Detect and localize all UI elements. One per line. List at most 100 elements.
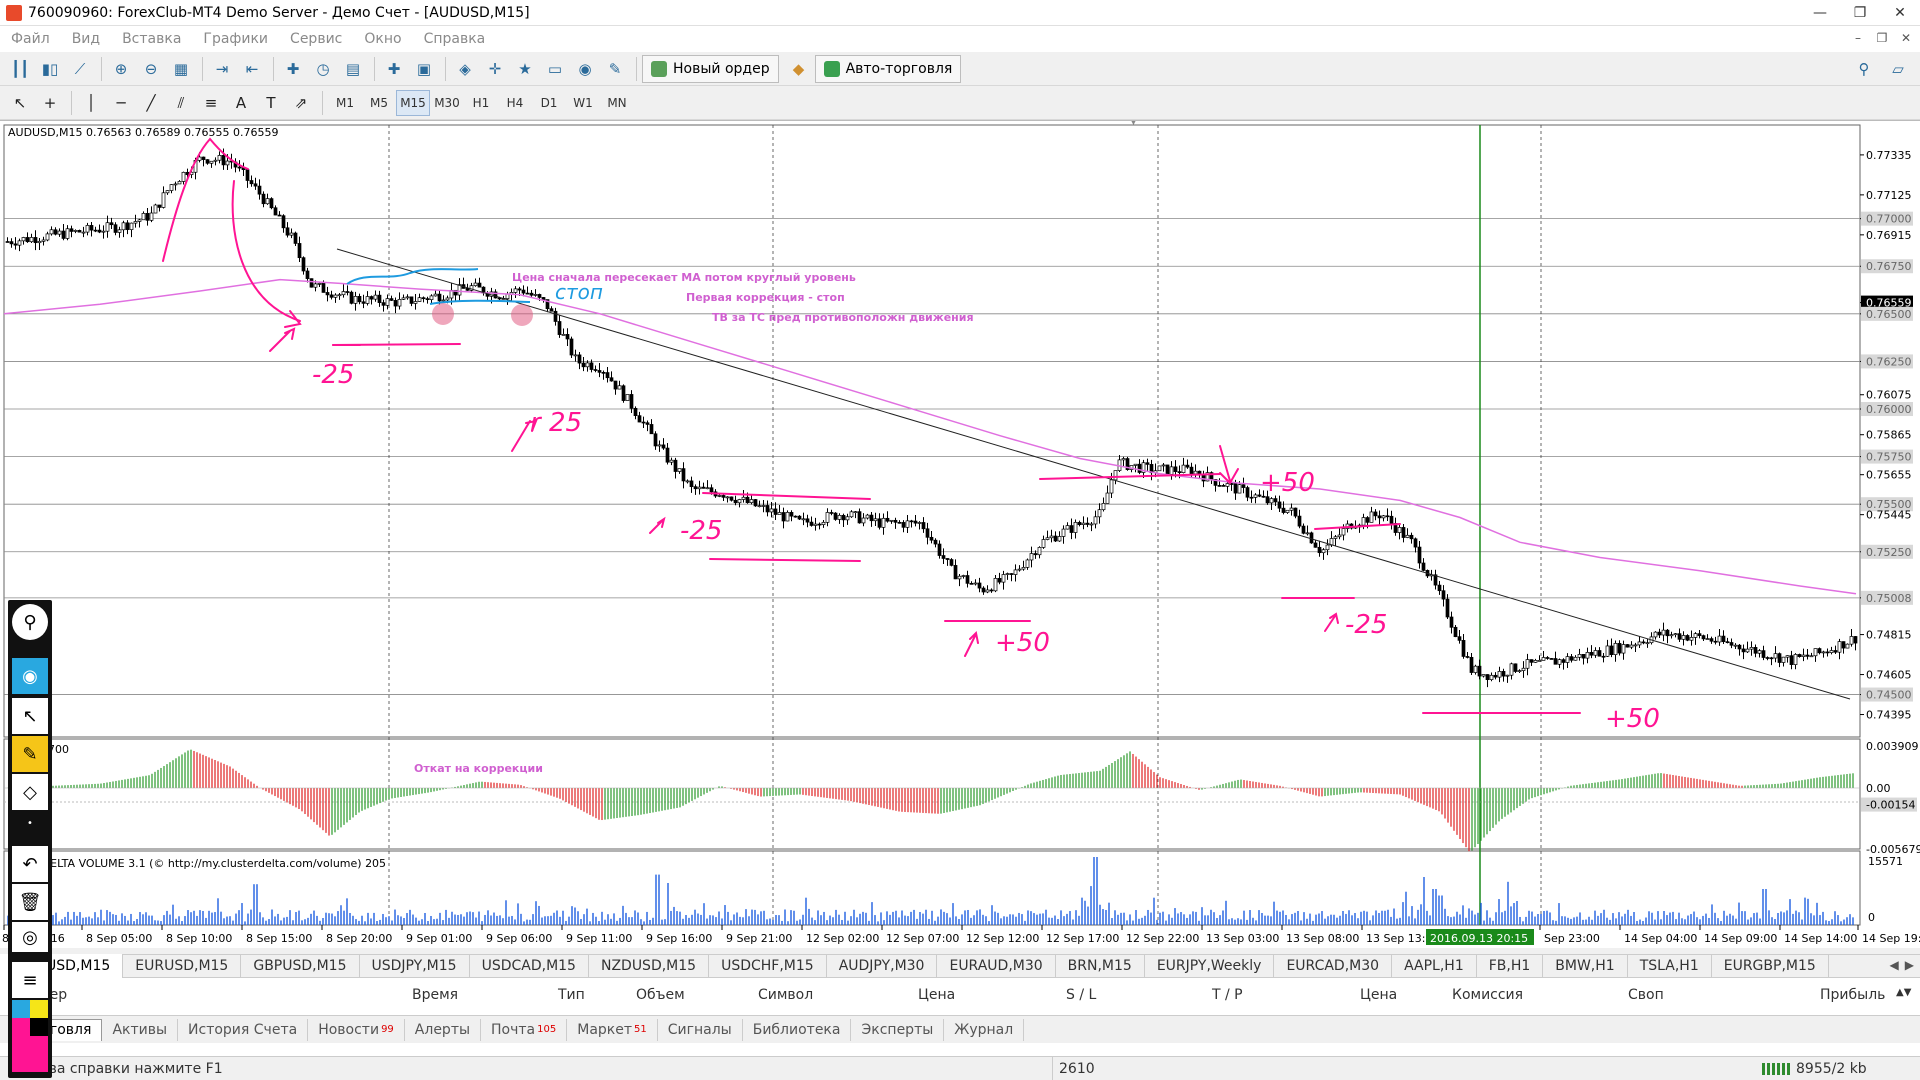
line-chart-icon[interactable]: ⟋ xyxy=(66,56,94,82)
color-swatches[interactable] xyxy=(12,1000,48,1072)
options-icon[interactable]: ✎ xyxy=(601,56,629,82)
tile-windows-icon[interactable]: ▦ xyxy=(167,56,195,82)
vertical-line-icon[interactable]: │ xyxy=(77,90,105,116)
camera-icon[interactable]: ◎ xyxy=(12,922,48,952)
timeframe-h1[interactable]: H1 xyxy=(464,90,498,116)
new-chart-icon[interactable]: ✚ xyxy=(380,56,408,82)
brush-size-icon[interactable]: • xyxy=(12,812,48,834)
mdi-close-button[interactable]: ✕ xyxy=(1896,29,1916,47)
terminal-tab[interactable]: Эксперты xyxy=(851,1018,945,1041)
column-header[interactable]: Комиссия xyxy=(1452,987,1523,1003)
terminal-tab[interactable]: Алерты xyxy=(405,1018,482,1041)
chat-icon[interactable]: ▱ xyxy=(1884,56,1912,82)
timeframe-mn[interactable]: MN xyxy=(600,90,634,116)
chart-tab[interactable]: AAPL,H1 xyxy=(1392,954,1477,978)
text-label-icon[interactable]: T xyxy=(257,90,285,116)
menu-file[interactable]: Файл xyxy=(0,31,61,47)
timeframe-m30[interactable]: M30 xyxy=(430,90,464,116)
column-header[interactable]: Прибыль xyxy=(1820,987,1885,1003)
menu-help[interactable]: Справка xyxy=(413,31,497,47)
chart-tab[interactable]: EURGBP,M15 xyxy=(1712,954,1829,978)
chart-tab[interactable]: GBPUSD,M15 xyxy=(241,954,360,978)
terminal-tab[interactable]: История Счета xyxy=(178,1018,309,1041)
terminal-tab[interactable]: Журнал xyxy=(944,1018,1025,1041)
chart-tab[interactable]: BRN,M15 xyxy=(1056,954,1145,978)
channel-icon[interactable]: ⫽ xyxy=(167,90,195,116)
menu-view[interactable]: Вид xyxy=(61,31,111,47)
maximize-button[interactable]: ❐ xyxy=(1840,0,1880,26)
pointer-icon[interactable]: ↖ xyxy=(12,698,48,734)
candlestick-icon[interactable]: ▮▯ xyxy=(36,56,64,82)
menu-tools[interactable]: Сервис xyxy=(279,31,353,47)
trendline[interactable] xyxy=(336,248,1851,700)
marker-icon[interactable]: ✎ xyxy=(12,736,48,772)
chart-tab[interactable]: FB,H1 xyxy=(1477,954,1544,978)
column-header[interactable]: Своп xyxy=(1628,987,1664,1003)
eye-icon[interactable]: ◉ xyxy=(12,658,48,694)
chart-tab[interactable]: TSLA,H1 xyxy=(1628,954,1712,978)
zoom-in-icon[interactable]: ⊕ xyxy=(107,56,135,82)
autotrading-button[interactable]: Авто-торговля xyxy=(814,54,962,83)
column-header[interactable]: Время xyxy=(412,987,458,1003)
mdi-restore-button[interactable]: ❐ xyxy=(1872,29,1892,47)
timeframe-w1[interactable]: W1 xyxy=(566,90,600,116)
chart-tab[interactable]: AUDJPY,M30 xyxy=(827,954,938,978)
chart-tab[interactable]: USDCAD,M15 xyxy=(470,954,589,978)
timeframe-d1[interactable]: D1 xyxy=(532,90,566,116)
profiles-icon[interactable]: ▣ xyxy=(410,56,438,82)
timeframe-h4[interactable]: H4 xyxy=(498,90,532,116)
terminal-tab[interactable]: Сигналы xyxy=(658,1018,743,1041)
column-header[interactable]: S / L xyxy=(1066,987,1096,1003)
terminal-tab[interactable]: Новости 99 xyxy=(308,1018,405,1041)
current-color[interactable] xyxy=(12,1036,48,1072)
swatch-yellow[interactable] xyxy=(30,1000,48,1018)
menu-insert[interactable]: Вставка xyxy=(111,31,192,47)
terminal-icon[interactable]: ▭ xyxy=(541,56,569,82)
chart-tab[interactable]: BMW,H1 xyxy=(1543,954,1628,978)
timeframe-m5[interactable]: M5 xyxy=(362,90,396,116)
undo-icon[interactable]: ↶ xyxy=(12,846,48,882)
chart-shift-icon[interactable]: ⇤ xyxy=(238,56,266,82)
column-header[interactable]: Символ xyxy=(758,987,813,1003)
crosshair-tool-icon[interactable]: + xyxy=(36,90,64,116)
tab-scroll[interactable]: ◀ ▶ xyxy=(1890,958,1914,972)
swatch-black[interactable] xyxy=(30,1018,48,1036)
minimize-button[interactable]: — xyxy=(1800,0,1840,26)
chart-tab[interactable]: USDJPY,M15 xyxy=(360,954,470,978)
menu-icon[interactable]: ≡ xyxy=(12,962,48,998)
mdi-minimize-button[interactable]: – xyxy=(1848,29,1868,47)
terminal-tab[interactable]: Почта 105 xyxy=(481,1018,568,1041)
swatch-cyan[interactable] xyxy=(12,1000,30,1018)
terminal-tab[interactable]: Маркет 51 xyxy=(567,1018,658,1041)
chart-tab[interactable]: EURJPY,Weekly xyxy=(1145,954,1275,978)
scroll-left-icon[interactable]: ◀ xyxy=(1890,958,1899,972)
fibonacci-icon[interactable]: ≡ xyxy=(197,90,225,116)
chart-tab[interactable]: NZDUSD,M15 xyxy=(589,954,710,978)
horizontal-line-icon[interactable]: ─ xyxy=(107,90,135,116)
zoom-out-icon[interactable]: ⊖ xyxy=(137,56,165,82)
column-header[interactable]: Цена xyxy=(1360,987,1397,1003)
arrows-icon[interactable]: ⇗ xyxy=(287,90,315,116)
chart-tab[interactable]: EURAUD,M30 xyxy=(937,954,1056,978)
crosshair-icon[interactable]: ✛ xyxy=(481,56,509,82)
chart-tab[interactable]: EURCAD,M30 xyxy=(1274,954,1393,978)
new-order-button[interactable]: Новый ордер xyxy=(642,54,779,83)
terminal-tab[interactable]: Библиотека xyxy=(743,1018,852,1041)
timeframe-m1[interactable]: M1 xyxy=(328,90,362,116)
chart-canvas[interactable]: стоп -25 r 25 -25 +50 +50 -25 +50 Цена с… xyxy=(0,117,1920,949)
eraser-icon[interactable]: ◇ xyxy=(12,774,48,810)
column-header[interactable]: Объем xyxy=(636,987,685,1003)
metaeditor-icon[interactable]: ◆ xyxy=(785,56,813,82)
scroll-right-icon[interactable]: ▶ xyxy=(1905,958,1914,972)
menu-window[interactable]: Окно xyxy=(353,31,412,47)
column-header[interactable]: T / P xyxy=(1212,987,1243,1003)
chart-window[interactable]: стоп -25 r 25 -25 +50 +50 -25 +50 Цена с… xyxy=(0,117,1920,949)
timeframe-m15[interactable]: M15 xyxy=(396,89,430,116)
column-header[interactable]: Цена xyxy=(918,987,955,1003)
market-watch-icon[interactable]: ◈ xyxy=(451,56,479,82)
periods-icon[interactable]: ◷ xyxy=(309,56,337,82)
close-button[interactable]: ✕ xyxy=(1880,0,1920,26)
auto-scroll-icon[interactable]: ⇥ xyxy=(208,56,236,82)
cursor-icon[interactable]: ↖ xyxy=(6,90,34,116)
chart-tab[interactable]: EURUSD,M15 xyxy=(123,954,242,978)
